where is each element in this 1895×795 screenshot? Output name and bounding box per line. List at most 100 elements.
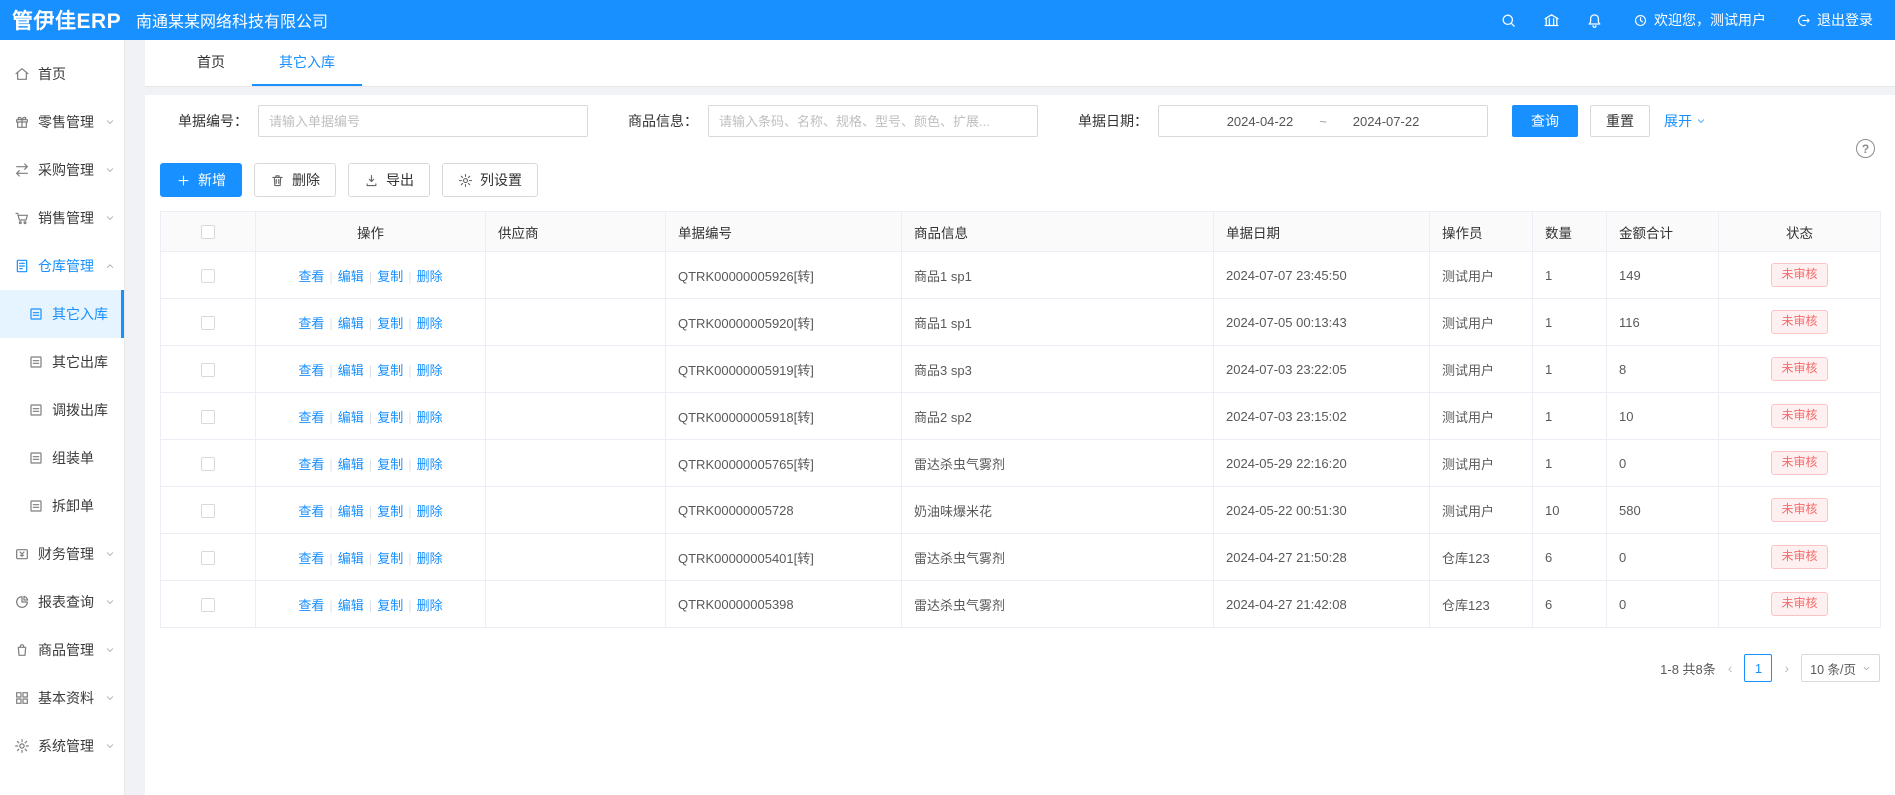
row-action-edit[interactable]: 编辑 xyxy=(338,363,364,378)
row-action-edit[interactable]: 编辑 xyxy=(338,504,364,519)
row-action-view[interactable]: 查看 xyxy=(298,363,324,378)
row-action-edit[interactable]: 编辑 xyxy=(338,598,364,613)
row-actions-cell: 查看|编辑|复制|删除 xyxy=(256,346,486,393)
gift-icon xyxy=(14,114,30,130)
delete-button[interactable]: 删除 xyxy=(254,163,336,197)
sidebar-item-purchase[interactable]: 采购管理 xyxy=(0,146,124,194)
column-settings-button[interactable]: 列设置 xyxy=(442,163,538,197)
date-cell: 2024-07-05 00:13:43 xyxy=(1214,299,1430,346)
add-button[interactable]: 新增 xyxy=(160,163,242,197)
row-select-cell xyxy=(161,440,256,487)
form-icon xyxy=(28,450,44,466)
qty-cell: 1 xyxy=(1533,393,1607,440)
next-page-button[interactable]: › xyxy=(1782,660,1791,676)
search-icon[interactable] xyxy=(1500,12,1517,29)
row-action-view[interactable]: 查看 xyxy=(298,410,324,425)
select-all-checkbox[interactable] xyxy=(201,225,215,239)
row-action-view[interactable]: 查看 xyxy=(298,551,324,566)
form-icon xyxy=(28,498,44,514)
sidebar-item-home[interactable]: 首页 xyxy=(0,50,124,98)
operator-cell: 测试用户 xyxy=(1430,252,1533,299)
row-action-delete[interactable]: 删除 xyxy=(417,598,443,613)
page-size-select[interactable]: 10 条/页 xyxy=(1801,654,1880,682)
sidebar-item-warehouse[interactable]: 仓库管理 xyxy=(0,242,124,290)
action-separator: | xyxy=(369,316,372,331)
sidebar-item-finance[interactable]: 财务管理 xyxy=(0,530,124,578)
bell-icon[interactable] xyxy=(1586,12,1603,29)
row-action-delete[interactable]: 删除 xyxy=(417,551,443,566)
clock-icon xyxy=(1633,13,1648,28)
row-checkbox[interactable] xyxy=(201,363,215,377)
row-action-copy[interactable]: 复制 xyxy=(377,316,403,331)
row-action-edit[interactable]: 编辑 xyxy=(338,316,364,331)
sidebar-item-sales[interactable]: 销售管理 xyxy=(0,194,124,242)
row-action-delete[interactable]: 删除 xyxy=(417,457,443,472)
row-action-edit[interactable]: 编辑 xyxy=(338,457,364,472)
column-header: 数量 xyxy=(1533,212,1607,252)
sidebar-item-reports[interactable]: 报表查询 xyxy=(0,578,124,626)
row-checkbox[interactable] xyxy=(201,457,215,471)
action-separator: | xyxy=(408,316,411,331)
sidebar-item-retail[interactable]: 零售管理 xyxy=(0,98,124,146)
sidebar-item-goods[interactable]: 商品管理 xyxy=(0,626,124,674)
tab-other-inbound[interactable]: 其它入库 xyxy=(252,40,362,86)
help-icon[interactable]: ? xyxy=(1856,139,1875,158)
supplier-cell xyxy=(486,299,666,346)
sidebar-subitem-assembly-order[interactable]: 组装单 xyxy=(0,434,124,482)
export-button[interactable]: 导出 xyxy=(348,163,430,197)
doc-no-input[interactable] xyxy=(258,105,588,137)
query-button[interactable]: 查询 xyxy=(1512,105,1578,137)
row-action-view[interactable]: 查看 xyxy=(298,269,324,284)
tab-home[interactable]: 首页 xyxy=(170,40,252,86)
row-action-view[interactable]: 查看 xyxy=(298,598,324,613)
row-action-copy[interactable]: 复制 xyxy=(377,363,403,378)
row-actions-cell: 查看|编辑|复制|删除 xyxy=(256,440,486,487)
sidebar-subitem-disassembly-order[interactable]: 拆卸单 xyxy=(0,482,124,530)
row-action-edit[interactable]: 编辑 xyxy=(338,269,364,284)
row-action-delete[interactable]: 删除 xyxy=(417,410,443,425)
row-checkbox[interactable] xyxy=(201,269,215,283)
product-cell: 奶油味爆米花 xyxy=(902,487,1214,534)
logout-button[interactable]: 退出登录 xyxy=(1796,10,1873,30)
row-action-view[interactable]: 查看 xyxy=(298,457,324,472)
row-action-delete[interactable]: 删除 xyxy=(417,316,443,331)
sidebar-subitem-other-outbound[interactable]: 其它出库 xyxy=(0,338,124,386)
row-checkbox[interactable] xyxy=(201,316,215,330)
row-action-copy[interactable]: 复制 xyxy=(377,598,403,613)
row-action-copy[interactable]: 复制 xyxy=(377,504,403,519)
sidebar-subitem-other-inbound[interactable]: 其它入库 xyxy=(0,290,124,338)
column-header: 供应商 xyxy=(486,212,666,252)
date-end-value: 2024-07-22 xyxy=(1353,114,1420,129)
bank-icon[interactable] xyxy=(1543,12,1560,29)
row-action-copy[interactable]: 复制 xyxy=(377,269,403,284)
expand-link[interactable]: 展开 xyxy=(1664,111,1706,131)
row-action-copy[interactable]: 复制 xyxy=(377,410,403,425)
row-action-delete[interactable]: 删除 xyxy=(417,269,443,284)
sidebar-subitem-transfer-outbound[interactable]: 调拨出库 xyxy=(0,386,124,434)
product-cell: 商品3 sp3 xyxy=(902,346,1214,393)
sidebar-item-basic-data[interactable]: 基本资料 xyxy=(0,674,124,722)
row-action-delete[interactable]: 删除 xyxy=(417,504,443,519)
row-actions-cell: 查看|编辑|复制|删除 xyxy=(256,393,486,440)
row-checkbox[interactable] xyxy=(201,504,215,518)
row-checkbox[interactable] xyxy=(201,598,215,612)
date-range-input[interactable]: 2024-04-22 ~ 2024-07-22 xyxy=(1158,105,1488,137)
product-info-input[interactable] xyxy=(708,105,1038,137)
filter-row: 单据编号： 商品信息： 单据日期： 2024-04-22 ~ 2024-07-2… xyxy=(160,105,1880,137)
current-page-button[interactable]: 1 xyxy=(1744,654,1772,682)
reset-button[interactable]: 重置 xyxy=(1590,105,1650,137)
row-action-copy[interactable]: 复制 xyxy=(377,551,403,566)
row-action-delete[interactable]: 删除 xyxy=(417,363,443,378)
row-action-view[interactable]: 查看 xyxy=(298,316,324,331)
row-action-view[interactable]: 查看 xyxy=(298,504,324,519)
row-action-edit[interactable]: 编辑 xyxy=(338,551,364,566)
row-action-edit[interactable]: 编辑 xyxy=(338,410,364,425)
prev-page-button[interactable]: ‹ xyxy=(1726,660,1735,676)
row-checkbox[interactable] xyxy=(201,551,215,565)
row-checkbox[interactable] xyxy=(201,410,215,424)
amount-cell: 580 xyxy=(1607,487,1719,534)
row-action-copy[interactable]: 复制 xyxy=(377,457,403,472)
sidebar-item-system[interactable]: 系统管理 xyxy=(0,722,124,770)
status-cell: 未审核 xyxy=(1719,534,1881,581)
amount-cell: 116 xyxy=(1607,299,1719,346)
